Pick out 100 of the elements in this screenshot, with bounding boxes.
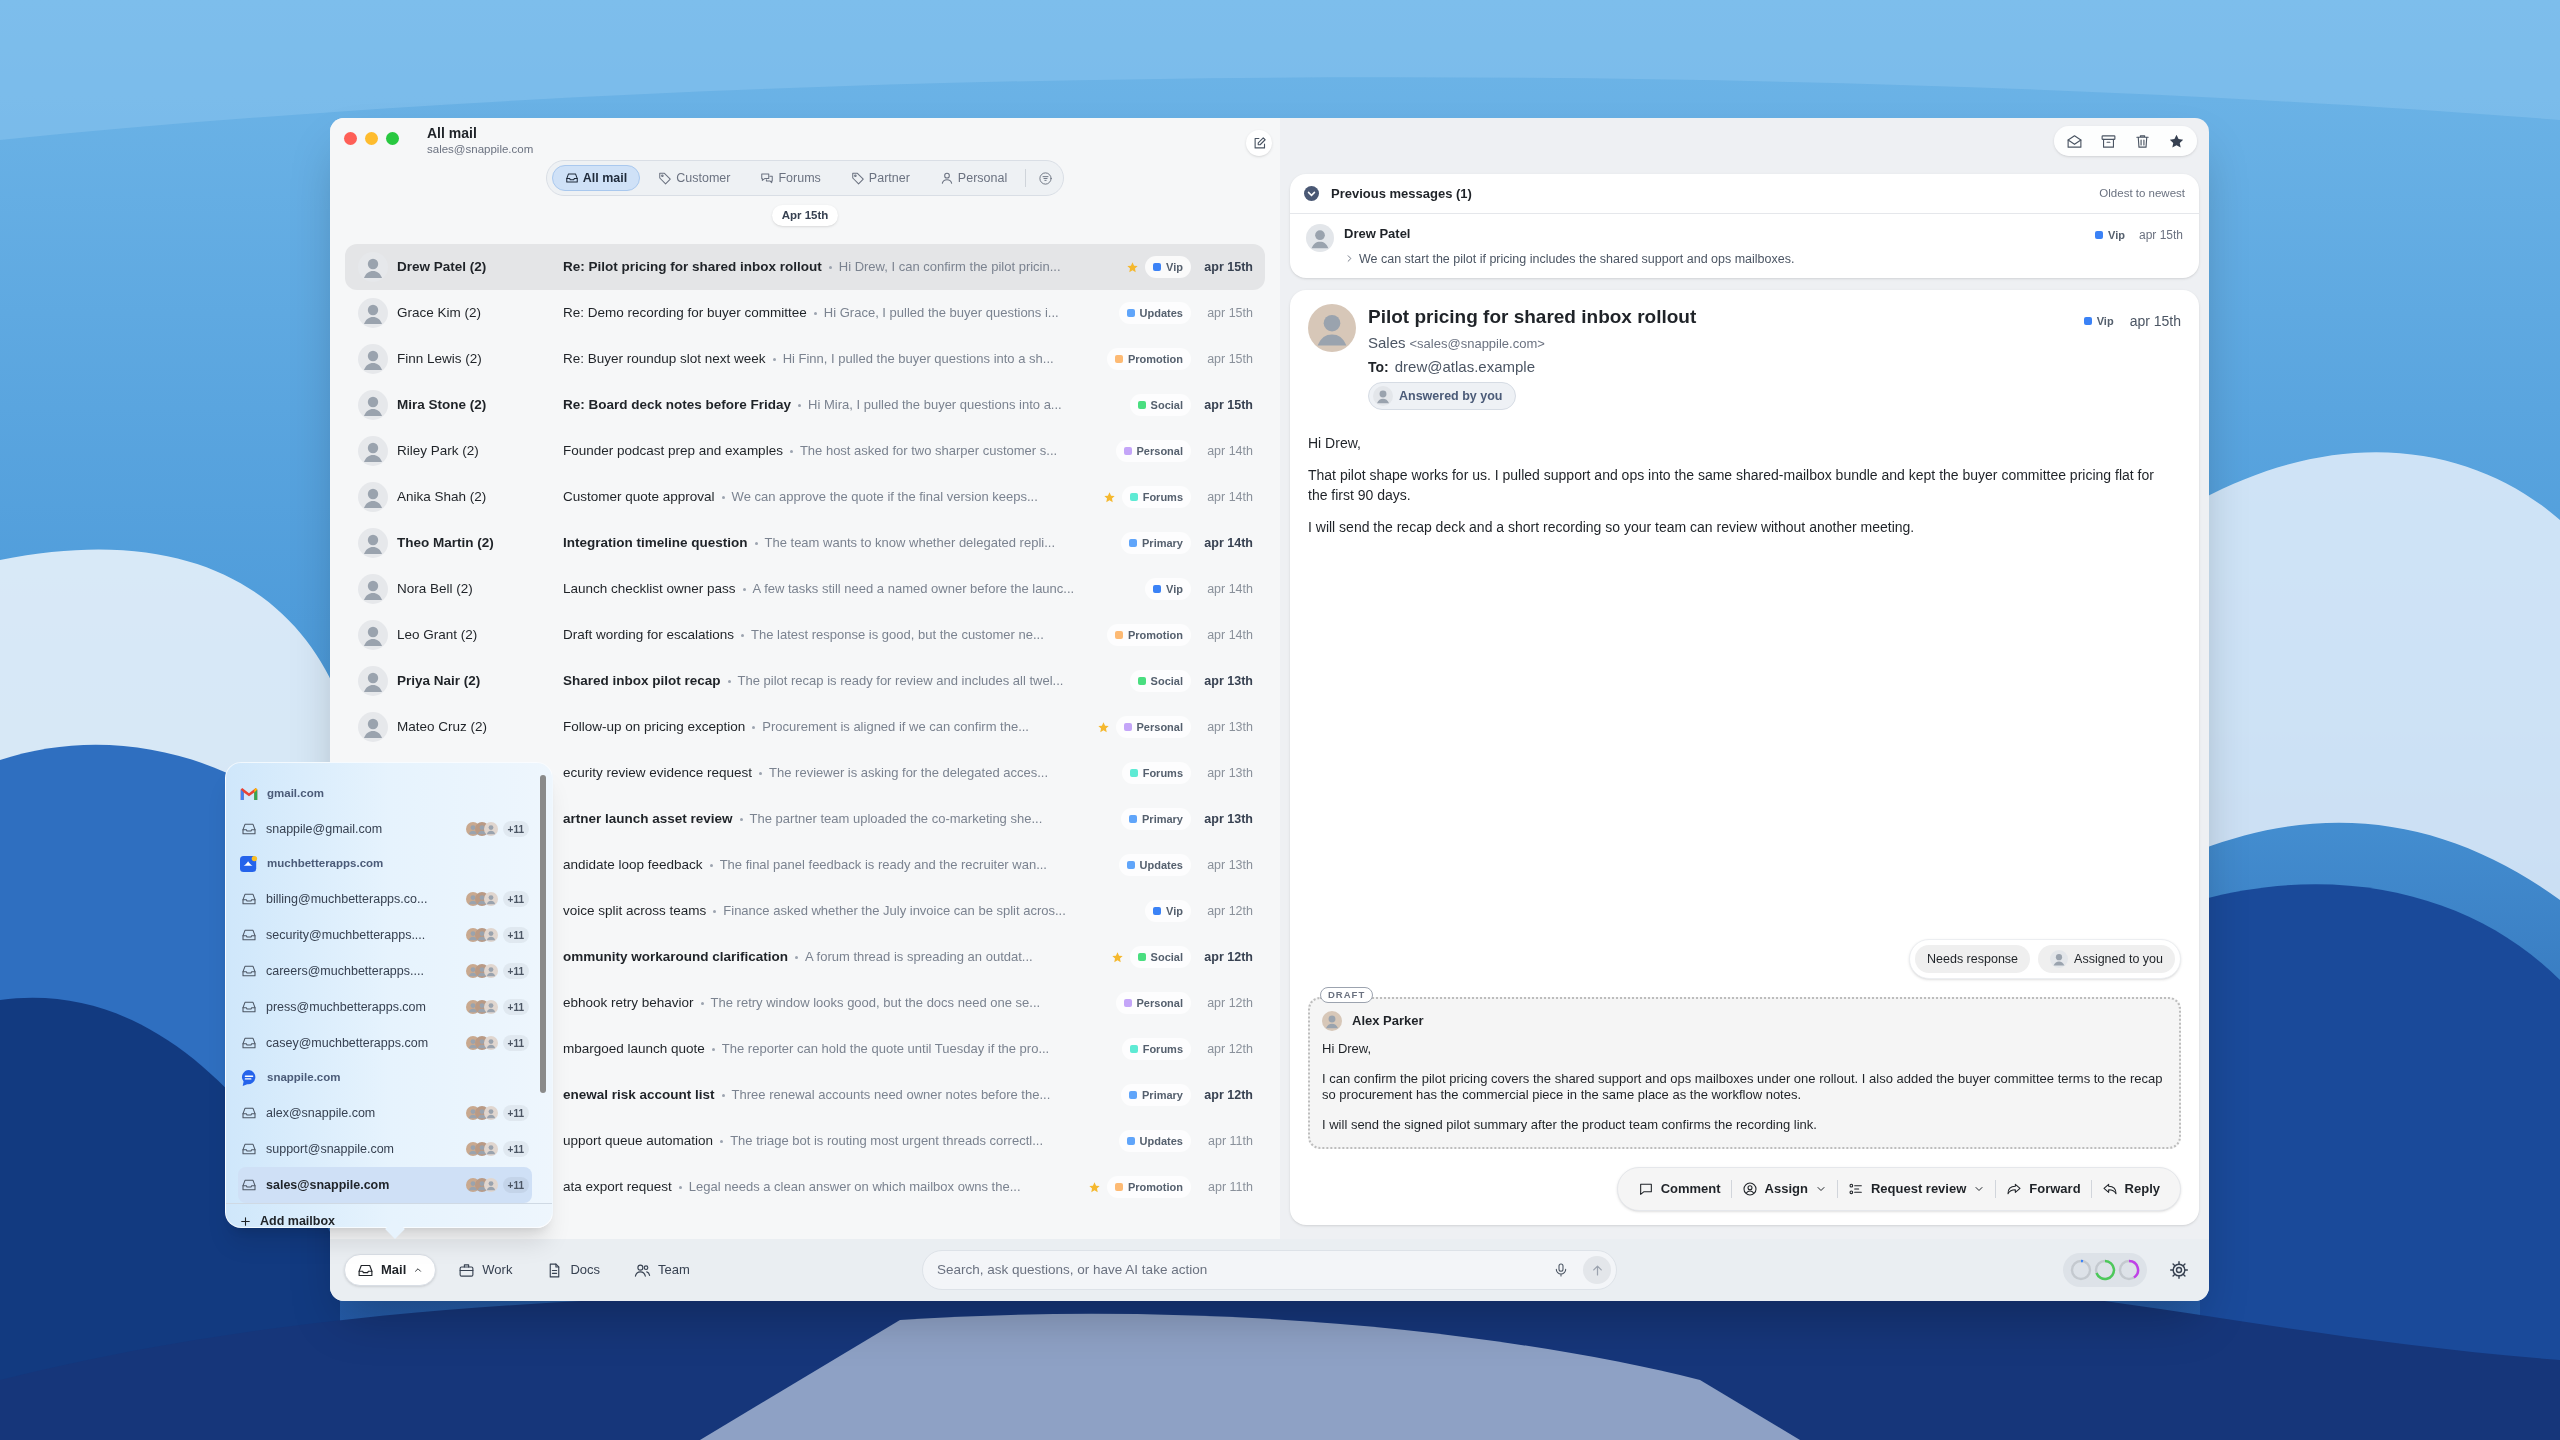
date: apr 12th [1203,948,1253,966]
action-button[interactable]: Comment [1627,1173,1731,1205]
message-row[interactable]: Grace Kim (2) Re: Demo recording for buyer committee Hi Grace, I pulled the buyer questions i... Updates apr 15th [345,290,1265,336]
comment-icon [1637,1181,1654,1197]
message-row[interactable]: Leo Grant (2) Draft wording for escalations The latest response is good, but the customer ne... Promotion apr 14th [345,612,1265,658]
subject: mbargoed launch quote [563,1039,705,1058]
mark-unread-button[interactable] [2066,132,2083,150]
tag-label: Social [1150,397,1183,413]
subject: enewal risk account list [563,1085,715,1104]
subject: Re: Pilot pricing for shared inbox rollout [563,257,822,276]
mailbox-item[interactable]: billing@muchbetterapps.co... +11 [238,881,532,917]
compose-button[interactable] [1246,130,1272,156]
sort-button[interactable]: Oldest to newest [2099,184,2185,203]
delete-button[interactable] [2134,132,2151,150]
mailbox-item[interactable]: security@muchbetterapps.... +11 [238,917,532,953]
subject: Founder podcast prep and examples [563,441,783,460]
message-row[interactable]: Priya Nair (2) Shared inbox pilot recap The pilot recap is ready for review and includes all twel... Social apr 13th [345,658,1265,704]
date: apr 13th [1206,856,1253,874]
filter-tab[interactable]: Forums [748,165,833,191]
message-row[interactable]: Riley Park (2) Founder podcast prep and examples The host asked for two sharper customer s... Personal apr 14th [345,428,1265,474]
settings-button[interactable] [2169,1260,2189,1280]
date: apr 14th [1206,580,1253,598]
tag-icon [658,171,673,185]
filter-tab[interactable]: All mail [551,165,641,191]
subject: voice split across teams [563,901,707,920]
avatar [358,712,388,742]
tag-label: Forums [1142,765,1183,781]
mailbox-item[interactable]: support@snappile.com +11 [238,1131,532,1167]
message-row[interactable]: Drew Patel (2) Re: Pilot pricing for shared inbox rollout Hi Drew, I can confirm the pilot pricin... Vip apr 15th [345,244,1265,290]
add-mailbox-button[interactable]: Add mailbox [226,1204,335,1238]
message-row[interactable]: Theo Martin (2) Integration timeline question The team wants to know whether delegated repli... Primary apr 14th [345,520,1265,566]
collapse-icon[interactable] [1304,186,1319,201]
snippet: We can start the pilot if pricing includes the shared support and ops mailboxes. [1359,250,1795,268]
action-button[interactable]: Reply [2091,1173,2170,1205]
avatar [358,390,388,420]
avatar [358,620,388,650]
member-count: +11 [502,891,529,907]
sender-name: Priya Nair (2) [397,671,482,690]
action-button[interactable]: Forward [1996,1173,2091,1205]
filter-tab[interactable]: Customer [646,165,743,191]
date: apr 12th [1206,994,1253,1012]
tag-label: Forums [1142,489,1183,505]
avatar [483,1142,498,1156]
date: apr 15th [1206,350,1253,368]
scrollbar[interactable] [540,775,546,1093]
domain-heading: muchbetterapps.com [267,856,384,872]
mailbox-item[interactable]: alex@snappile.com +11 [238,1095,532,1131]
preview-text: Hi Drew, I can confirm the pilot pricin... [838,258,1061,277]
sender-name: Theo Martin (2) [397,533,495,552]
mailbox-item[interactable]: sales@snappile.com +11 [238,1167,532,1203]
preview-text: A few tasks still need a named owner before the launc... [752,580,1075,599]
reply-icon [2101,1181,2118,1197]
mailbox-address: casey@muchbetterapps.com [266,1034,429,1052]
action-button[interactable]: Request review [1837,1173,1996,1205]
preview-text: Three renewal accounts need owner notes before the... [731,1086,1051,1105]
search-input[interactable]: Search, ask questions, or have AI take action [937,1259,1547,1281]
date: apr 13th [1203,672,1253,690]
message-row[interactable]: Anika Shah (2) Customer quote approval We can approve the quote if the final version keeps... Forums apr 14th [345,474,1265,520]
inbox-icon [241,821,257,837]
mailbox-item[interactable]: press@muchbetterapps.com +11 [238,989,532,1025]
avatar [1306,224,1334,252]
mailbox-item[interactable]: casey@muchbetterapps.com +11 [238,1025,532,1061]
filter-tab[interactable]: Personal [927,165,1020,191]
search-field[interactable]: Search, ask questions, or have AI take action [922,1250,1617,1290]
domain-heading: gmail.com [267,786,324,802]
window-title: All mail [427,124,478,142]
nav-button[interactable]: Mail [344,1254,437,1286]
action-button[interactable]: Assign [1731,1173,1837,1205]
member-count: +11 [502,963,529,979]
date: apr 15th [2129,311,2181,331]
window-subtitle: sales@snappile.com [427,142,534,156]
message-row[interactable]: Mira Stone (2) Re: Board deck notes before Friday Hi Mira, I pulled the buyer questions into a... Social apr 15th [345,382,1265,428]
draft-paragraph: I can confirm the pilot pricing covers the shared support and ops mailboxes under one rollout. I also added the buyer committee terms to the recap so procurement has the commercial piece in the same place as the workflow notes. [1322,1071,2164,1103]
draft-paragraph: Hi Drew, [1322,1041,1373,1057]
draft-box[interactable] [1308,997,2181,1149]
nav-button[interactable]: Docs [534,1254,613,1286]
date: apr 12th [1206,902,1253,920]
filter-tab[interactable]: Partner [838,165,922,191]
date: apr 15th [1203,396,1253,414]
archive-button[interactable] [2100,132,2117,150]
status-chip[interactable]: Needs response [1915,945,2031,973]
message-row[interactable]: Nora Bell (2) Launch checklist owner pass A few tasks still need a named owner before the launc... Vip apr 14th [345,566,1265,612]
close-button[interactable] [344,132,357,145]
nav-button[interactable]: Work [446,1254,525,1286]
date: apr 14th [1203,534,1253,552]
message-row[interactable]: Finn Lewis (2) Re: Buyer roundup slot next week Hi Finn, I pulled the buyer questions into a sh... Promotion apr 15th [345,336,1265,382]
avatar [1308,304,1356,353]
previous-message[interactable]: Drew Patel We can start the pilot if pricing includes the shared support and ops mailboxes. Vip apr 15th [1290,214,2199,279]
plus-icon [239,1214,252,1228]
status-chip[interactable]: Assigned to you [2038,945,2175,973]
trash-icon [2134,132,2151,150]
tag-label: Forums [1142,1041,1183,1057]
star-button[interactable] [2168,132,2185,150]
tag-label: Primary [1142,811,1183,827]
mailbox-item[interactable]: snappile@gmail.com +11 [238,811,532,847]
message-row[interactable]: Mateo Cruz (2) Follow-up on pricing exception Procurement is aligned if we can confirm the... Personal apr 13th [345,704,1265,750]
mailbox-item[interactable]: careers@muchbetterapps.... +11 [238,953,532,989]
nav-button[interactable]: Team [622,1254,702,1286]
date-chip: Apr 15th [771,205,839,226]
avatar [483,892,498,906]
